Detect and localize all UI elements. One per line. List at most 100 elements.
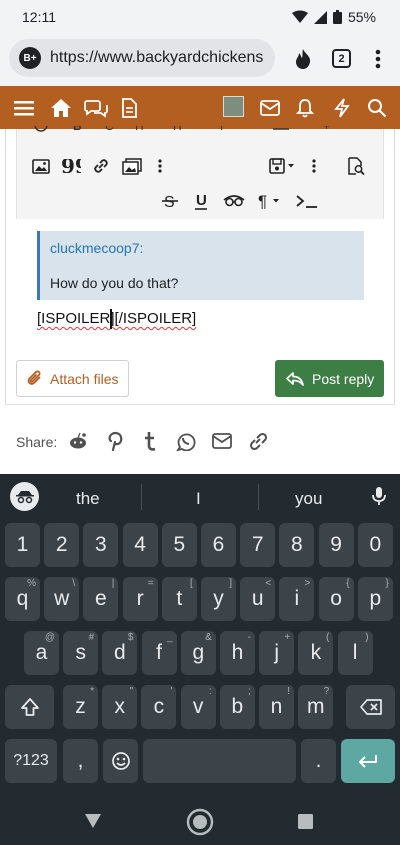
flame-icon[interactable] xyxy=(293,48,313,75)
suggestion-divider xyxy=(141,484,142,510)
key-s[interactable]: s # xyxy=(63,631,99,675)
key-4[interactable]: 4 xyxy=(122,523,158,567)
home-icon[interactable] xyxy=(49,96,73,120)
quote-author-link[interactable]: cluckmecoop7: xyxy=(50,240,143,256)
preview-icon[interactable] xyxy=(344,154,368,178)
chat-icon[interactable] xyxy=(84,96,108,120)
key-label: m xyxy=(306,695,325,718)
key-q[interactable]: q% xyxy=(5,577,40,621)
spoiler-icon[interactable] xyxy=(222,189,246,213)
code-icon[interactable] xyxy=(292,189,322,213)
incognito-icon[interactable] xyxy=(10,482,39,511)
key-8[interactable]: 8 xyxy=(279,523,315,567)
key-p[interactable]: p} xyxy=(357,577,393,621)
key-0[interactable]: 0 xyxy=(357,523,393,567)
back-icon[interactable] xyxy=(84,813,102,834)
lightning-icon[interactable] xyxy=(330,96,354,120)
space-key[interactable] xyxy=(143,739,296,783)
more-options-icon-2[interactable] xyxy=(302,154,326,178)
strikethrough-icon[interactable]: S xyxy=(158,189,182,213)
key-m[interactable]: m? xyxy=(298,685,334,729)
key-d[interactable]: d $ xyxy=(102,631,138,675)
url-field[interactable]: B+ https://www.backyardchickens xyxy=(9,39,275,77)
underline-icon[interactable]: U xyxy=(189,189,213,213)
key-y[interactable]: y] xyxy=(201,577,236,621)
site-badge-icon: B+ xyxy=(19,47,41,69)
key-f[interactable]: f _ xyxy=(141,631,177,675)
key-j[interactable]: j + xyxy=(259,631,295,675)
suggestion-2[interactable]: I xyxy=(196,489,201,509)
suggestion-1[interactable]: the xyxy=(76,489,100,509)
key-k[interactable]: k( xyxy=(298,631,334,675)
more-options-icon[interactable] xyxy=(148,154,172,178)
mail-icon[interactable] xyxy=(258,96,282,120)
hamburger-menu-icon[interactable] xyxy=(12,96,36,120)
quote-icon[interactable]: 99 xyxy=(59,154,83,178)
period-key[interactable]: . xyxy=(301,739,336,783)
key-6[interactable]: 6 xyxy=(201,523,236,567)
link-icon[interactable] xyxy=(89,154,113,178)
image-icon[interactable] xyxy=(29,154,53,178)
key-x[interactable]: x " xyxy=(102,685,138,729)
key-n[interactable]: n! xyxy=(259,685,294,729)
key-b[interactable]: b; xyxy=(219,685,255,729)
key-g[interactable]: g & xyxy=(180,631,216,675)
key-hint: ! xyxy=(287,686,290,697)
home-nav-icon[interactable] xyxy=(186,808,214,841)
recents-icon[interactable] xyxy=(298,814,313,834)
key-7[interactable]: 7 xyxy=(240,523,276,567)
reddit-icon[interactable] xyxy=(67,430,89,452)
whatsapp-icon[interactable] xyxy=(175,430,197,452)
editor-body-text[interactable]: [ISPOILER][/ISPOILER] xyxy=(37,310,196,327)
enter-key[interactable] xyxy=(341,739,395,783)
share-link-icon[interactable] xyxy=(247,430,269,452)
key-label: o xyxy=(330,587,342,610)
tumblr-icon[interactable] xyxy=(139,430,161,452)
key-l[interactable]: l) xyxy=(337,631,373,675)
more-menu-icon[interactable] xyxy=(375,49,381,74)
url-text[interactable]: https://www.backyardchickens xyxy=(50,49,270,67)
document-icon[interactable] xyxy=(117,96,141,120)
backspace-key[interactable] xyxy=(346,685,395,729)
key-z[interactable]: z * xyxy=(63,685,98,729)
emoji-key[interactable] xyxy=(103,739,138,783)
key-label: c xyxy=(153,695,165,718)
key-t[interactable]: t[ xyxy=(161,577,197,621)
key-e[interactable]: e | xyxy=(83,577,119,621)
svg-text:T: T xyxy=(218,126,226,133)
shift-key[interactable] xyxy=(5,685,54,729)
key-3[interactable]: 3 xyxy=(83,523,119,567)
search-icon[interactable] xyxy=(365,96,389,120)
comma-key[interactable]: , xyxy=(63,739,98,783)
attach-files-button[interactable]: Attach files xyxy=(16,360,129,397)
key-o[interactable]: o{ xyxy=(318,577,354,621)
paragraph-format-icon[interactable]: ¶ xyxy=(256,189,286,213)
key-1[interactable]: 1 xyxy=(5,523,40,567)
email-share-icon[interactable] xyxy=(211,430,233,452)
bell-icon[interactable] xyxy=(293,96,317,120)
suggestion-3[interactable]: you xyxy=(295,489,322,509)
save-draft-icon[interactable] xyxy=(267,154,299,178)
media-gallery-icon[interactable] xyxy=(120,154,144,178)
pinterest-icon[interactable] xyxy=(104,430,126,452)
post-reply-button[interactable]: Post reply xyxy=(275,360,384,397)
backspace-icon xyxy=(359,699,382,715)
key-w[interactable]: w \ xyxy=(44,577,80,621)
key-i[interactable]: i > xyxy=(279,577,315,621)
key-label: j xyxy=(274,641,280,664)
key-h[interactable]: h- xyxy=(220,631,255,675)
key-9[interactable]: 9 xyxy=(318,523,354,567)
key-hint: [ xyxy=(190,578,193,589)
key-label: z xyxy=(75,695,86,718)
key-c[interactable]: c ' xyxy=(141,685,177,729)
tab-switcher-button[interactable]: 2 xyxy=(332,49,351,68)
user-avatar[interactable] xyxy=(223,96,244,117)
microphone-icon[interactable] xyxy=(371,486,387,511)
key-v[interactable]: v: xyxy=(180,685,216,729)
key-u[interactable]: u < xyxy=(240,577,276,621)
key-a[interactable]: a @ xyxy=(24,631,59,675)
key-r[interactable]: r = xyxy=(122,577,158,621)
key-5[interactable]: 5 xyxy=(161,523,197,567)
key-2[interactable]: 2 xyxy=(44,523,80,567)
symbols-key[interactable]: ?123 xyxy=(5,739,57,783)
